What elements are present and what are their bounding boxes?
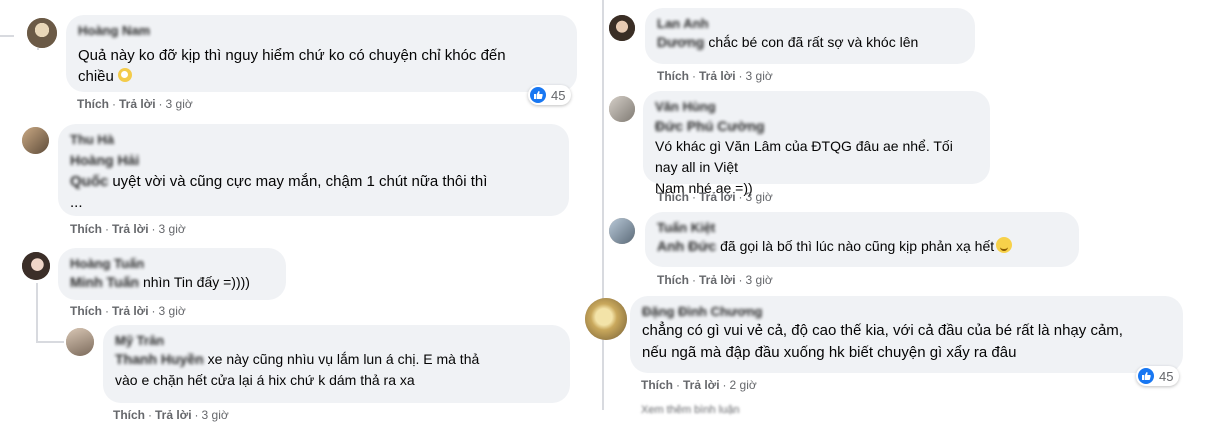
thumbs-up-icon [1138, 368, 1154, 384]
comment-text: Thanh Huyền xe này cũng nhìu vụ lắm lun á… [115, 349, 480, 388]
thread-line [36, 341, 64, 343]
avatar[interactable] [609, 15, 635, 41]
thread-line [36, 283, 38, 343]
timestamp[interactable]: 3 giờ [202, 408, 229, 422]
comment-author[interactable]: Văn Hùng [655, 99, 978, 115]
comment-actions: Thích · Trả lời · 3 giờ [113, 408, 229, 422]
comment-author[interactable]: Mỹ Trân [115, 333, 558, 349]
comment-author[interactable]: Đặng Đình Chương [642, 304, 1171, 320]
comment-bubble: Thu Hà Hoàng Hải Quốc uyệt vời và cũng cự… [58, 124, 569, 216]
smile-emoji-icon [996, 237, 1013, 253]
thread-line [0, 35, 14, 37]
timestamp[interactable]: 3 giờ [746, 273, 773, 287]
comment-text: chẳng có gì vui vẻ cả, độ cao thế kia, v… [642, 322, 1123, 361]
reaction-count[interactable]: 45 [528, 85, 572, 105]
reply-button[interactable]: Trả lời [683, 378, 720, 392]
mention-tag[interactable]: Thanh Huyền [115, 349, 204, 370]
avatar[interactable] [22, 252, 50, 280]
mention-tag[interactable]: Minh Tuấn [70, 272, 139, 292]
comment-bubble: Hoàng Tuấn Minh Tuấn nhìn Tin đấy =)))) [58, 248, 286, 300]
timestamp[interactable]: 3 giờ [159, 304, 186, 318]
like-button[interactable]: Thích [657, 273, 689, 287]
like-button[interactable]: Thích [657, 69, 689, 83]
comment-author[interactable]: Thu Hà [70, 132, 557, 148]
mention-tag[interactable]: Quốc [70, 171, 108, 192]
avatar[interactable] [609, 96, 635, 122]
reply-button[interactable]: Trả lời [112, 222, 149, 236]
comment-actions: Thích · Trả lời · 3 giờ [70, 304, 186, 318]
comment-bubble: Văn Hùng Đức Phú Cường Vó khác gì Văn Lâ… [643, 91, 990, 196]
reply-button[interactable]: Trả lời [119, 97, 156, 111]
comment-bubble: Lan Anh Dương chắc bé con đã rất sợ và kh… [645, 8, 975, 64]
reply-button[interactable]: Trả lời [699, 69, 736, 83]
comment-author[interactable]: Hoàng Nam [78, 23, 565, 39]
comment-bubble: Hoàng Nam Quả này ko đỡ kịp thì nguy hiể… [66, 15, 577, 92]
avatar[interactable] [609, 218, 635, 244]
avatar[interactable] [585, 298, 627, 340]
like-button[interactable]: Thích [70, 222, 102, 236]
emoji-icon [117, 68, 132, 82]
reply-button[interactable]: Trả lời [699, 273, 736, 287]
timestamp[interactable]: 3 giờ [746, 69, 773, 83]
like-button[interactable]: Thích [70, 304, 102, 318]
like-button[interactable]: Thích [657, 190, 689, 204]
like-button[interactable]: Thích [113, 408, 145, 422]
timestamp[interactable]: 2 giờ [730, 378, 757, 392]
timestamp[interactable]: 3 giờ [166, 97, 193, 111]
comment-actions: Thích · Trả lời · 3 giờ [70, 222, 186, 236]
comment-bubble: Đặng Đình Chương chẳng có gì vui vẻ cả, … [630, 296, 1183, 373]
reply-button[interactable]: Trả lời [112, 304, 149, 318]
comment-author[interactable]: Tuấn Kiệt [657, 220, 1067, 236]
mention-tag[interactable]: Dương [657, 32, 704, 52]
avatar[interactable] [66, 328, 94, 356]
like-button[interactable]: Thích [641, 378, 673, 392]
comment-text: Quốc uyệt vời và cũng cực may mắn, chậm 1… [70, 171, 488, 211]
quoted-author[interactable]: Đức Phú Cường [655, 116, 978, 136]
thread-line [602, 0, 604, 410]
comment-bubble: Mỹ Trân Thanh Huyền xe này cũng nhìu vụ l… [103, 325, 570, 403]
comment-actions: Thích · Trả lời · 2 giờ [641, 378, 757, 392]
like-button[interactable]: Thích [77, 97, 109, 111]
mention-tag[interactable]: Anh Đức [657, 236, 716, 256]
comment-text: Dương chắc bé con đã rất sợ và khóc lên [657, 32, 919, 52]
reaction-count[interactable]: 45 [1136, 366, 1180, 386]
thumbs-up-icon [530, 87, 546, 103]
comment-bubble: Tuấn Kiệt Anh Đức đã gọi là bố thì lúc nà… [645, 212, 1079, 267]
comment-actions: Thích · Trả lời · 3 giờ [657, 190, 773, 204]
more-replies-link[interactable]: Xem thêm bình luận [641, 404, 739, 416]
comment-actions: Thích · Trả lời · 3 giờ [657, 273, 773, 287]
avatar[interactable] [27, 18, 57, 48]
comment-author[interactable]: Lan Anh [657, 16, 963, 32]
reply-button[interactable]: Trả lời [699, 190, 736, 204]
reply-button[interactable]: Trả lời [155, 408, 192, 422]
avatar[interactable] [22, 127, 49, 154]
comment-text: Quả này ko đỡ kịp thì nguy hiểm chứ ko c… [78, 47, 506, 85]
quoted-author[interactable]: Hoàng Hải [70, 150, 557, 170]
timestamp[interactable]: 3 giờ [159, 222, 186, 236]
comment-text: Anh Đức đã gọi là bố thì lúc nào cũng kịp… [657, 236, 1067, 256]
comment-text: Minh Tuấn nhìn Tin đấy =)))) [70, 272, 250, 292]
comment-author[interactable]: Hoàng Tuấn [70, 256, 274, 272]
comment-actions: Thích · Trả lời · 3 giờ [657, 69, 773, 83]
thread-line [37, 48, 39, 50]
timestamp[interactable]: 3 giờ [746, 190, 773, 204]
comment-actions: Thích · Trả lời · 3 giờ [77, 97, 193, 111]
